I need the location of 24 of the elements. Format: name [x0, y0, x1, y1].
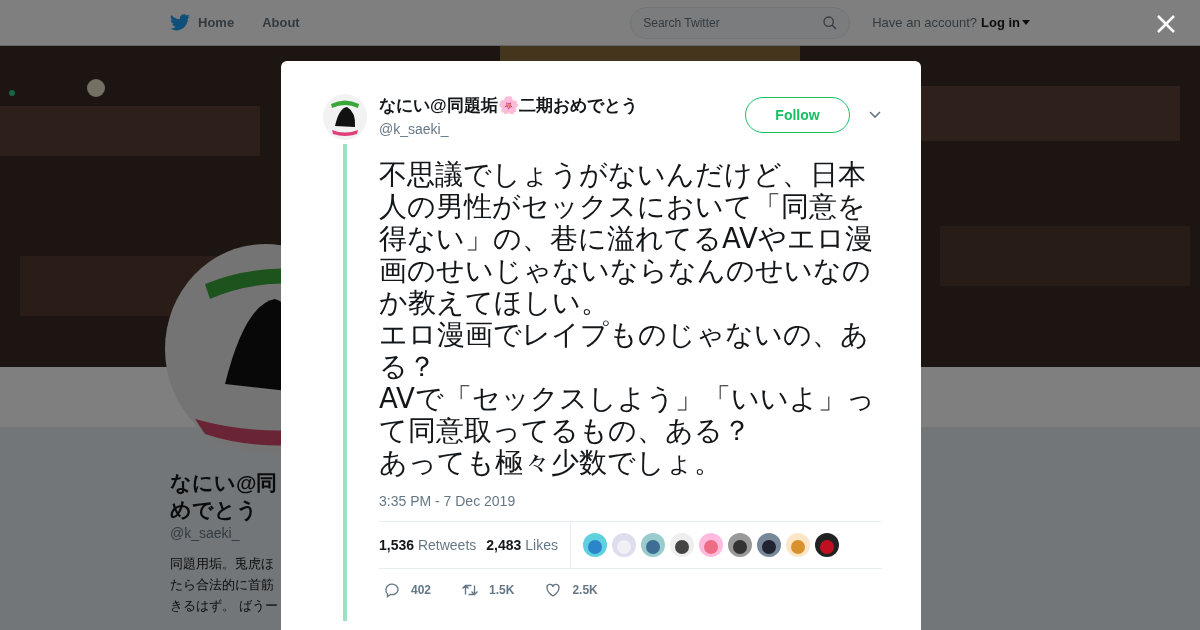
profile-bio: きるはず。 ばうー	[170, 597, 279, 615]
reply-icon	[383, 581, 401, 599]
tweet-text: あっても極々少数でしょ。	[379, 447, 723, 479]
stat-count[interactable]: 2,483 Likes	[486, 537, 558, 553]
caret-icon	[1022, 20, 1030, 25]
like-button[interactable]: 2.5K	[544, 581, 598, 599]
nav-link[interactable]: About	[262, 15, 300, 30]
reply-button[interactable]: 402	[383, 581, 432, 599]
nav-link[interactable]: Home	[170, 14, 235, 31]
bird-icon	[170, 14, 190, 31]
profile-name: めでとう	[170, 497, 259, 523]
stat-count[interactable]: 1,536 Retweets	[379, 537, 477, 553]
tweet-time: 3:35 PM - 7 Dec 2019	[379, 493, 517, 509]
tweet-text: AVで「セックスしよう」「いいよ」って同意取ってるもの、ある？	[379, 383, 876, 447]
profile-name: なにい@同	[170, 470, 279, 496]
account-prompt: Have an account?	[872, 15, 977, 30]
heart-icon	[544, 581, 563, 599]
profile-bio: 同題用垢。兎虎ほ	[170, 555, 275, 573]
search-icon	[822, 14, 839, 31]
profile-bio: たら合法的に首筋	[170, 576, 275, 594]
profile-handle: @k_saeki_	[170, 525, 241, 541]
retweet-button[interactable]: 1.5K	[461, 581, 515, 599]
login-link[interactable]: Log in	[981, 15, 1020, 30]
search-field[interactable]: Search Twitter	[630, 6, 851, 39]
